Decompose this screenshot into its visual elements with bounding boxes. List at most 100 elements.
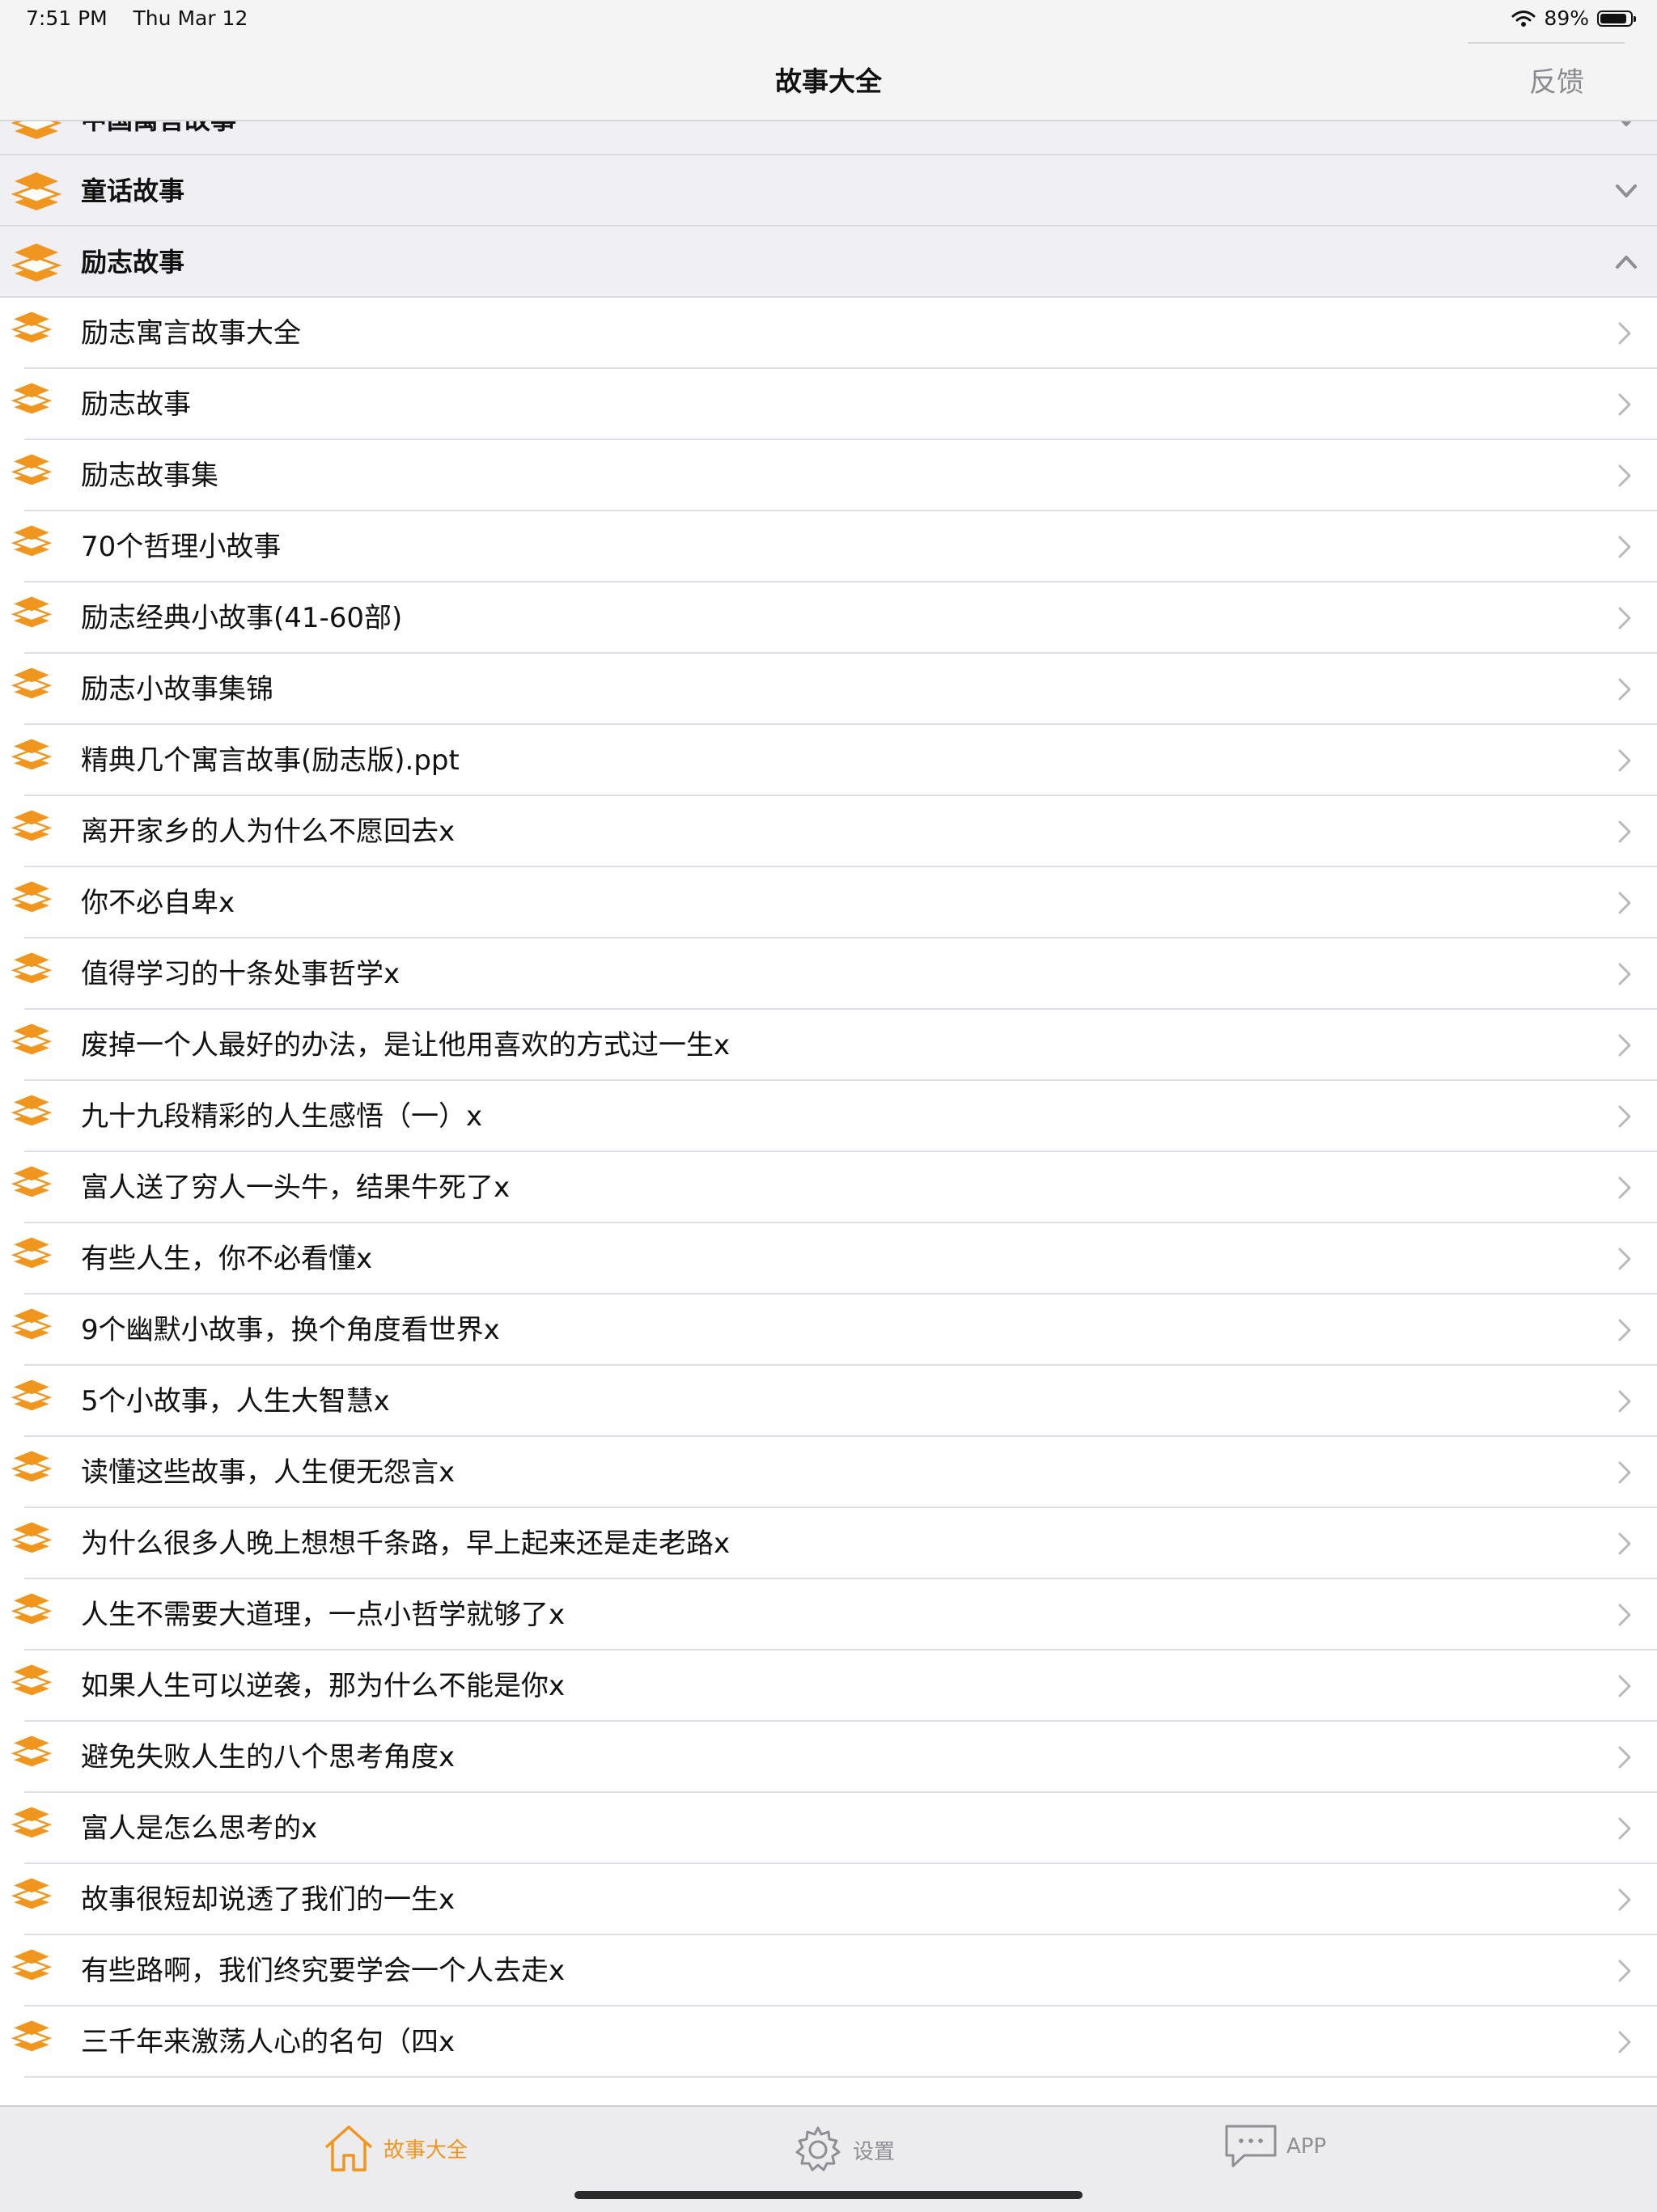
stack-layers-icon bbox=[11, 383, 52, 414]
list-item[interactable]: 人生不需要大道理，一点小哲学就够了x bbox=[0, 1579, 1657, 1651]
tab-stories[interactable]: 故事大全 bbox=[322, 2123, 468, 2173]
chevron-right-icon bbox=[1618, 464, 1631, 487]
chevron-right-icon bbox=[1618, 892, 1631, 914]
list-item-label: 离开家乡的人为什么不愿回去x bbox=[81, 816, 456, 848]
stack-layers-icon bbox=[11, 311, 52, 343]
chevron-right-icon bbox=[1618, 1105, 1631, 1128]
list-item-label: 读懂这些故事，人生便无怨言x bbox=[81, 1456, 456, 1489]
stack-layers-icon bbox=[11, 1451, 52, 1482]
tab-settings[interactable]: 设置 bbox=[791, 2123, 895, 2176]
section-label: 童话故事 bbox=[81, 176, 185, 206]
tab-label: APP bbox=[1286, 2134, 1327, 2159]
stack-layers-icon bbox=[11, 667, 52, 699]
stack-layers-icon bbox=[11, 1735, 52, 1767]
list-item-label: 废掉一个人最好的办法，是让他用喜欢的方式过一生x bbox=[81, 1029, 731, 1062]
home-icon bbox=[324, 2125, 373, 2172]
list-item-label: 你不必自卑x bbox=[81, 887, 235, 919]
chevron-right-icon bbox=[1618, 1960, 1631, 1982]
chevron-right-icon bbox=[1618, 1675, 1631, 1697]
section-header[interactable]: 励志故事 bbox=[0, 227, 1657, 298]
list-item-label: 有些路啊，我们终究要学会一个人去走x bbox=[81, 1955, 566, 1987]
list-item[interactable]: 值得学习的十条处事哲学x bbox=[0, 939, 1657, 1010]
chevron-right-icon bbox=[1618, 2031, 1631, 2053]
nav-separator bbox=[1468, 42, 1625, 44]
list-item[interactable]: 三千年来激荡人心的名句（四x bbox=[0, 2006, 1657, 2078]
battery-fill bbox=[1600, 13, 1627, 23]
stack-layers-icon bbox=[11, 739, 52, 770]
list-item[interactable]: 有些人生，你不必看懂x bbox=[0, 1223, 1657, 1295]
stack-layers-icon bbox=[11, 1593, 52, 1625]
list-item-label: 富人送了穷人一头牛，结果牛死了x bbox=[81, 1172, 511, 1204]
feedback-button[interactable]: 反馈 bbox=[1529, 60, 1584, 100]
section-label: 励志故事 bbox=[81, 247, 185, 278]
list-item[interactable]: 富人是怎么思考的x bbox=[0, 1793, 1657, 1864]
chevron-right-icon bbox=[1618, 1604, 1631, 1626]
list-item-label: 有些人生，你不必看懂x bbox=[81, 1243, 373, 1275]
list-item[interactable]: 励志小故事集锦 bbox=[0, 654, 1657, 725]
list-item-label: 值得学习的十条处事哲学x bbox=[81, 958, 400, 990]
list-item[interactable]: 你不必自卑x bbox=[0, 867, 1657, 939]
list-item-label: 精典几个寓言故事(励志版).ppt bbox=[81, 744, 460, 777]
list-item-label: 九十九段精彩的人生感悟（一）x bbox=[81, 1100, 483, 1133]
chevron-right-icon bbox=[1618, 393, 1631, 416]
chevron-right-icon bbox=[1618, 536, 1631, 558]
chevron-right-icon bbox=[1618, 1888, 1631, 1911]
list-item-label: 避免失败人生的八个思考角度x bbox=[81, 1741, 456, 1773]
list-item-label: 如果人生可以逆袭，那为什么不能是你x bbox=[81, 1670, 566, 1702]
stack-layers-icon bbox=[11, 1166, 52, 1197]
list-item[interactable]: 故事很短却说透了我们的一生x bbox=[0, 1864, 1657, 1935]
stack-layers-icon bbox=[11, 244, 61, 282]
status-time-date: 7:51 PM Thu Mar 12 bbox=[26, 6, 248, 30]
list-item[interactable]: 9个幽默小故事，换个角度看世界x bbox=[0, 1295, 1657, 1366]
list-item[interactable]: 励志故事集 bbox=[0, 440, 1657, 511]
chevron-right-icon bbox=[1618, 1461, 1631, 1484]
list-item[interactable]: 励志故事 bbox=[0, 369, 1657, 440]
list-item[interactable]: 九十九段精彩的人生感悟（一）x bbox=[0, 1081, 1657, 1152]
list-item-label: 励志寓言故事大全 bbox=[81, 317, 301, 350]
chevron-up-icon bbox=[1616, 256, 1637, 269]
list-item[interactable]: 避免失败人生的八个思考角度x bbox=[0, 1722, 1657, 1793]
chevron-right-icon bbox=[1618, 1746, 1631, 1769]
home-indicator bbox=[574, 2191, 1083, 2199]
list-item[interactable]: 离开家乡的人为什么不愿回去x bbox=[0, 796, 1657, 867]
status-time: 7:51 PM bbox=[26, 6, 108, 30]
chevron-right-icon bbox=[1618, 1817, 1631, 1840]
chevron-right-icon bbox=[1618, 1390, 1631, 1413]
stack-layers-icon bbox=[11, 810, 52, 841]
list-item-label: 人生不需要大道理，一点小哲学就够了x bbox=[81, 1599, 566, 1631]
chevron-right-icon bbox=[1618, 1034, 1631, 1057]
list-item[interactable]: 如果人生可以逆袭，那为什么不能是你x bbox=[0, 1651, 1657, 1722]
story-list[interactable]: 名人故事中国寓言故事童话故事励志故事励志寓言故事大全励志故事励志故事集70个哲理… bbox=[0, 71, 1657, 2105]
stack-layers-icon bbox=[11, 881, 52, 913]
list-item[interactable]: 70个哲理小故事 bbox=[0, 511, 1657, 583]
list-item[interactable]: 富人送了穷人一头牛，结果牛死了x bbox=[0, 1152, 1657, 1223]
list-item[interactable]: 精典几个寓言故事(励志版).ppt bbox=[0, 725, 1657, 796]
wifi-icon bbox=[1511, 10, 1536, 27]
chevron-right-icon bbox=[1618, 963, 1631, 985]
list-item-label: 励志小故事集锦 bbox=[81, 673, 273, 706]
section-header[interactable]: 童话故事 bbox=[0, 155, 1657, 227]
stack-layers-icon bbox=[11, 952, 52, 984]
stack-layers-icon bbox=[11, 1664, 52, 1696]
tab-app[interactable]: APP bbox=[1223, 2123, 1326, 2170]
list-item-label: 9个幽默小故事，换个角度看世界x bbox=[81, 1314, 500, 1346]
list-item[interactable]: 励志寓言故事大全 bbox=[0, 298, 1657, 369]
tab-bar: 故事大全 设置 APP bbox=[0, 2105, 1657, 2212]
stack-layers-icon bbox=[11, 1023, 52, 1055]
stack-layers-icon bbox=[11, 2020, 52, 2052]
list-item[interactable]: 5个小故事，人生大智慧x bbox=[0, 1366, 1657, 1437]
list-item[interactable]: 励志经典小故事(41-60部) bbox=[0, 583, 1657, 654]
list-item[interactable]: 有些路啊，我们终究要学会一个人去走x bbox=[0, 1935, 1657, 2006]
chevron-right-icon bbox=[1618, 820, 1631, 843]
chevron-right-icon bbox=[1618, 749, 1631, 772]
list-item-label: 70个哲理小故事 bbox=[81, 531, 282, 563]
page-title: 故事大全 bbox=[775, 66, 882, 97]
chevron-right-icon bbox=[1618, 1532, 1631, 1555]
list-item[interactable]: 读懂这些故事，人生便无怨言x bbox=[0, 1437, 1657, 1508]
list-item[interactable]: 废掉一个人最好的办法，是让他用喜欢的方式过一生x bbox=[0, 1010, 1657, 1081]
stack-layers-icon bbox=[11, 454, 52, 485]
list-item[interactable]: 为什么很多人晚上想想千条路，早上起来还是走老路x bbox=[0, 1508, 1657, 1579]
chevron-right-icon bbox=[1618, 678, 1631, 701]
gear-icon bbox=[795, 2126, 841, 2172]
stack-layers-icon bbox=[11, 1522, 52, 1553]
